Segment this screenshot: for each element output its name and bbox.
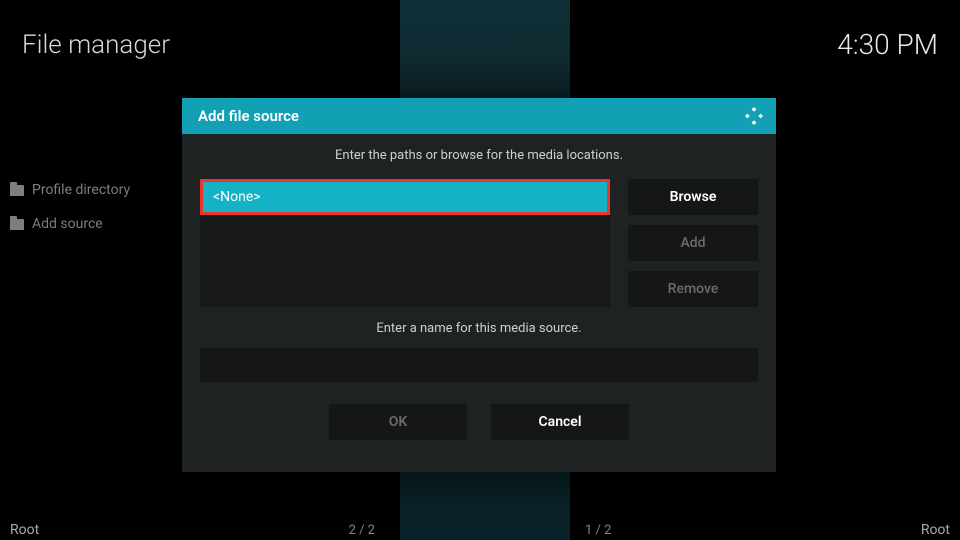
status-left-count: 2 / 2: [349, 523, 375, 538]
dialog-header: Add file source: [182, 98, 776, 134]
dialog-title: Add file source: [198, 107, 299, 125]
status-right-count: 1 / 2: [585, 523, 611, 538]
browse-button[interactable]: Browse: [628, 179, 758, 215]
list-item-label: Profile directory: [32, 182, 130, 198]
list-item[interactable]: Profile directory: [0, 182, 190, 198]
page-title: File manager: [22, 30, 170, 60]
add-path-button[interactable]: Add: [628, 225, 758, 261]
kodi-logo-icon: [744, 106, 764, 126]
paths-list[interactable]: <None>: [200, 179, 610, 307]
folder-icon: [10, 219, 24, 230]
path-input-selected[interactable]: <None>: [200, 179, 610, 215]
folder-icon: [10, 185, 24, 196]
ok-button[interactable]: OK: [329, 404, 467, 440]
status-left-root: Root: [10, 522, 39, 538]
status-right-root: Root: [921, 522, 950, 538]
remove-path-button[interactable]: Remove: [628, 271, 758, 307]
left-file-list: Profile directory Add source: [0, 182, 190, 232]
list-item[interactable]: Add source: [0, 216, 190, 232]
cancel-button[interactable]: Cancel: [491, 404, 629, 440]
name-instruction-text: Enter a name for this media source.: [200, 321, 758, 336]
status-bar: Root 2 / 2 1 / 2 Root: [0, 514, 960, 540]
add-file-source-dialog: Add file source Enter the paths or brows…: [182, 98, 776, 472]
list-item-label: Add source: [32, 216, 103, 232]
paths-instruction-text: Enter the paths or browse for the media …: [200, 148, 758, 163]
clock-time: 4:30 PM: [837, 28, 938, 61]
source-name-input[interactable]: [200, 348, 758, 382]
